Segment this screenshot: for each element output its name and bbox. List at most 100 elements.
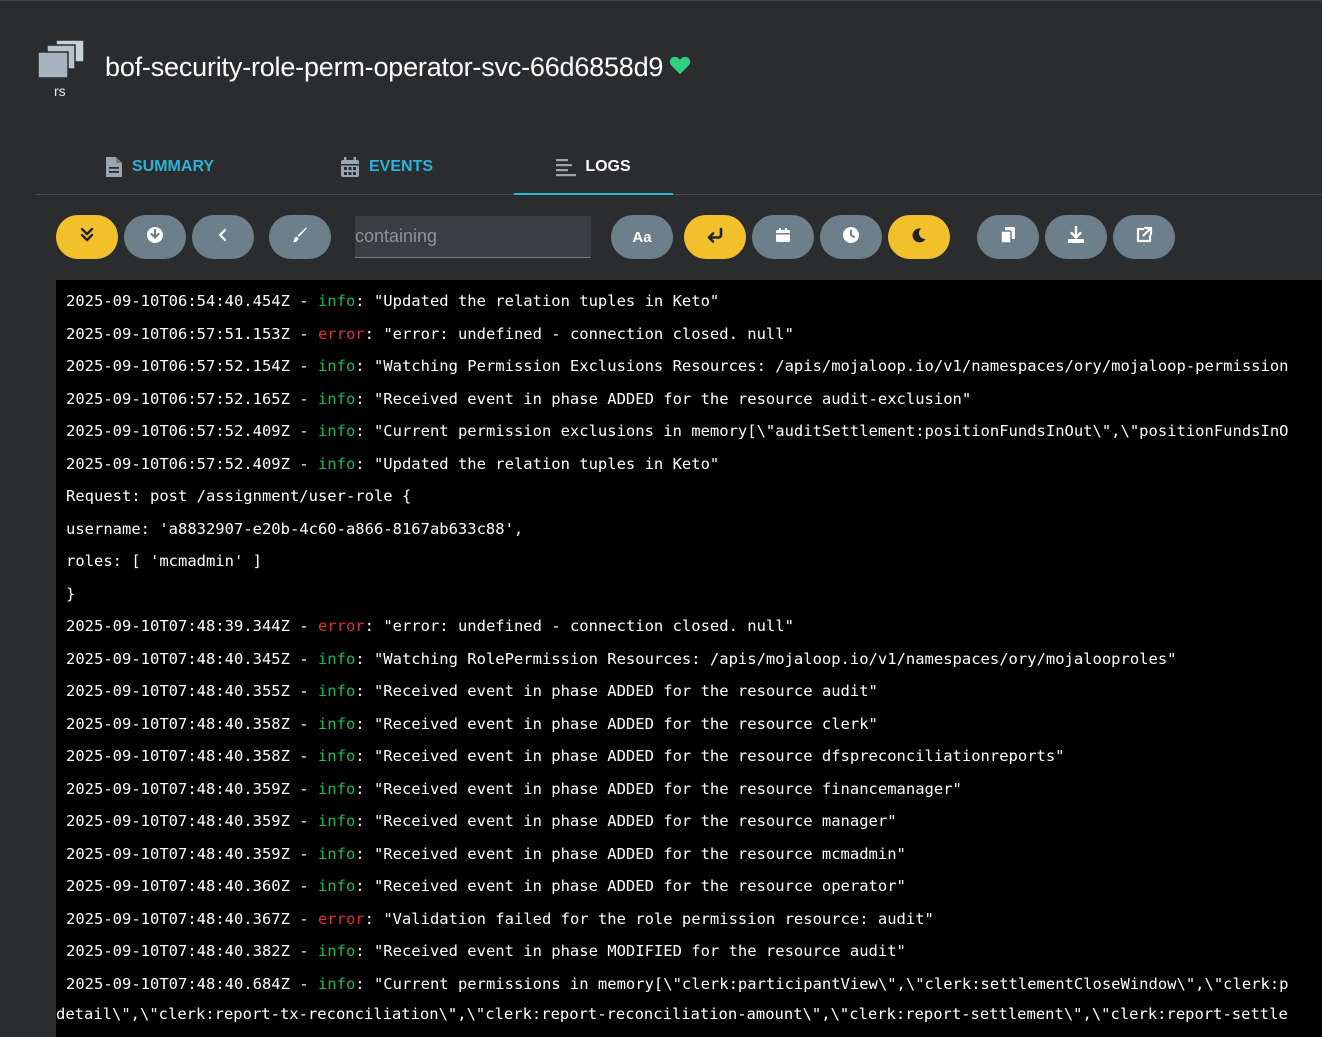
show-date-button[interactable] xyxy=(752,215,814,259)
log-line: 2025-09-10T07:48:40.359Z - info: "Receiv… xyxy=(66,780,962,798)
log-message: "error: undefined - connection closed. n… xyxy=(383,325,794,343)
log-message: "Received event in phase ADDED for the r… xyxy=(373,877,906,895)
log-level: error xyxy=(317,910,365,928)
log-separator: - xyxy=(289,455,318,473)
log-message: "Validation failed for the role permissi… xyxy=(383,910,934,928)
log-separator: - xyxy=(289,715,318,733)
log-level: info xyxy=(317,780,356,798)
log-separator: - xyxy=(289,617,318,635)
log-separator: - xyxy=(289,812,318,830)
log-separator: - xyxy=(289,422,318,440)
open-new-window-button[interactable] xyxy=(1113,215,1175,259)
log-message: "Current permissions in memory[\"clerk:p… xyxy=(373,975,1289,993)
log-line: 2025-09-10T07:48:40.684Z - info: "Curren… xyxy=(66,975,1288,993)
dark-mode-icon xyxy=(911,227,927,248)
log-message: "Updated the relation tuples in Keto" xyxy=(373,455,720,473)
log-message: "Received event in phase ADDED for the r… xyxy=(373,682,878,700)
tab-summary[interactable]: SUMMARY xyxy=(105,140,214,194)
log-colon: : xyxy=(355,975,374,993)
case-sensitive-button[interactable]: Aa xyxy=(611,215,673,259)
log-line: 2025-09-10T06:54:40.454Z - info: "Update… xyxy=(66,292,719,310)
tab-logs[interactable]: LOGS xyxy=(514,140,673,195)
log-timestamp: 2025-09-10T07:48:40.359Z xyxy=(66,780,290,798)
open-external-icon xyxy=(1135,226,1153,249)
log-level: info xyxy=(317,422,356,440)
log-line: Request: post /assignment/user-role { xyxy=(66,487,412,505)
log-colon: : xyxy=(355,292,374,310)
follow-button[interactable] xyxy=(56,215,118,259)
highlight-button[interactable] xyxy=(269,215,331,259)
tab-events[interactable]: EVENTS xyxy=(340,140,433,194)
log-line: } xyxy=(66,585,76,603)
log-line: detail\",\"clerk:report-tx-reconciliatio… xyxy=(56,1005,1288,1023)
tab-logs-label: LOGS xyxy=(585,158,631,175)
log-level: info xyxy=(317,650,356,668)
log-message: "Current permission exclusions in memory… xyxy=(373,422,1289,440)
search-input[interactable] xyxy=(355,216,591,258)
log-separator: - xyxy=(289,877,318,895)
log-viewer[interactable]: 2025-09-10T06:54:40.454Z - info: "Update… xyxy=(56,280,1322,1037)
log-message: "Received event in phase MODIFIED for th… xyxy=(373,942,906,960)
copy-button[interactable] xyxy=(977,215,1039,259)
log-separator: - xyxy=(289,357,318,375)
log-separator: - xyxy=(289,780,318,798)
copy-icon xyxy=(1000,226,1016,249)
tab-bar: SUMMARY EVENTS LOGS xyxy=(36,140,1322,195)
log-level: error xyxy=(317,617,365,635)
log-line: 2025-09-10T06:57:51.153Z - error: "error… xyxy=(66,325,794,343)
log-colon: : xyxy=(355,682,374,700)
log-separator: - xyxy=(289,942,318,960)
calendar-icon xyxy=(340,156,360,178)
log-colon: : xyxy=(355,812,374,830)
log-timestamp: 2025-09-10T06:57:52.165Z xyxy=(66,390,290,408)
log-timestamp: 2025-09-10T06:57:52.409Z xyxy=(66,422,290,440)
log-colon: : xyxy=(355,357,374,375)
log-line: 2025-09-10T07:48:40.355Z - info: "Receiv… xyxy=(66,682,878,700)
log-timestamp: 2025-09-10T07:48:40.355Z xyxy=(66,682,290,700)
file-icon xyxy=(105,156,123,178)
log-colon: : xyxy=(355,780,374,798)
show-time-button[interactable] xyxy=(820,215,882,259)
calendar-icon xyxy=(775,227,791,248)
log-timestamp: 2025-09-10T07:48:40.382Z xyxy=(66,942,290,960)
log-timestamp: 2025-09-10T07:48:39.344Z xyxy=(66,617,290,635)
log-colon: : xyxy=(355,942,374,960)
log-separator: - xyxy=(289,292,318,310)
log-colon: : xyxy=(355,715,374,733)
top-border xyxy=(0,0,1322,1)
log-colon: : xyxy=(364,617,384,635)
log-timestamp: 2025-09-10T06:57:52.409Z xyxy=(66,455,290,473)
log-colon: : xyxy=(364,325,384,343)
wrap-lines-button[interactable] xyxy=(684,215,746,259)
log-message: "Watching RolePermission Resources: /api… xyxy=(373,650,1177,668)
log-separator: - xyxy=(289,325,318,343)
log-line: 2025-09-10T07:48:40.359Z - info: "Receiv… xyxy=(66,845,906,863)
previous-button[interactable] xyxy=(192,215,254,259)
log-colon: : xyxy=(364,910,384,928)
log-timestamp: 2025-09-10T07:48:40.359Z xyxy=(66,845,290,863)
clock-icon xyxy=(842,226,860,249)
log-level: info xyxy=(317,357,356,375)
log-level: info xyxy=(317,877,356,895)
dark-mode-button[interactable] xyxy=(888,215,950,259)
log-message: "Updated the relation tuples in Keto" xyxy=(373,292,720,310)
download-icon xyxy=(1067,225,1085,249)
scroll-bottom-button[interactable] xyxy=(124,215,186,259)
log-line: 2025-09-10T06:57:52.165Z - info: "Receiv… xyxy=(66,390,971,408)
log-level: info xyxy=(317,455,356,473)
log-level: info xyxy=(317,942,356,960)
resource-name: bof-security-role-perm-operator-svc-66d6… xyxy=(105,52,664,82)
log-toolbar: Aa xyxy=(0,215,1322,259)
log-line: 2025-09-10T07:48:40.358Z - info: "Receiv… xyxy=(66,747,1065,765)
download-button[interactable] xyxy=(1045,215,1107,259)
log-line: 2025-09-10T06:57:52.409Z - info: "Curren… xyxy=(66,422,1288,440)
follow-icon xyxy=(80,227,94,248)
log-colon: : xyxy=(355,390,374,408)
log-colon: : xyxy=(355,747,374,765)
log-line: 2025-09-10T07:48:40.358Z - info: "Receiv… xyxy=(66,715,878,733)
log-level: info xyxy=(317,292,356,310)
log-colon: : xyxy=(355,845,374,863)
log-level: info xyxy=(317,975,356,993)
log-level: info xyxy=(317,715,356,733)
log-colon: : xyxy=(355,650,374,668)
